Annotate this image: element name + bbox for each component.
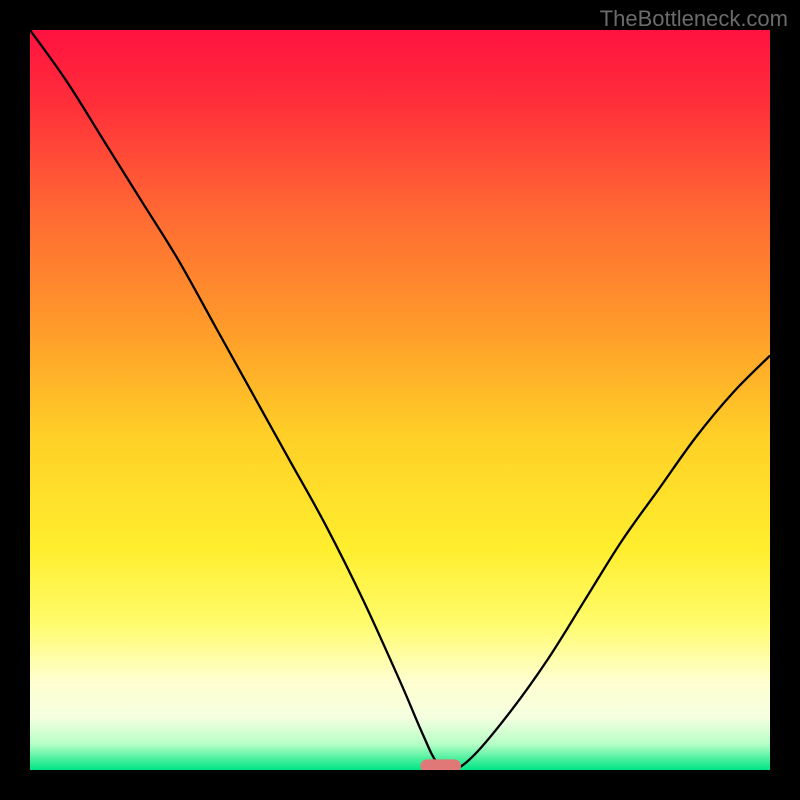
bottleneck-chart bbox=[30, 30, 770, 770]
chart-frame: TheBottleneck.com bbox=[0, 0, 800, 800]
gradient-background bbox=[30, 30, 770, 770]
plot-area bbox=[30, 30, 770, 770]
watermark-text: TheBottleneck.com bbox=[600, 6, 788, 32]
optimal-marker bbox=[420, 759, 461, 770]
